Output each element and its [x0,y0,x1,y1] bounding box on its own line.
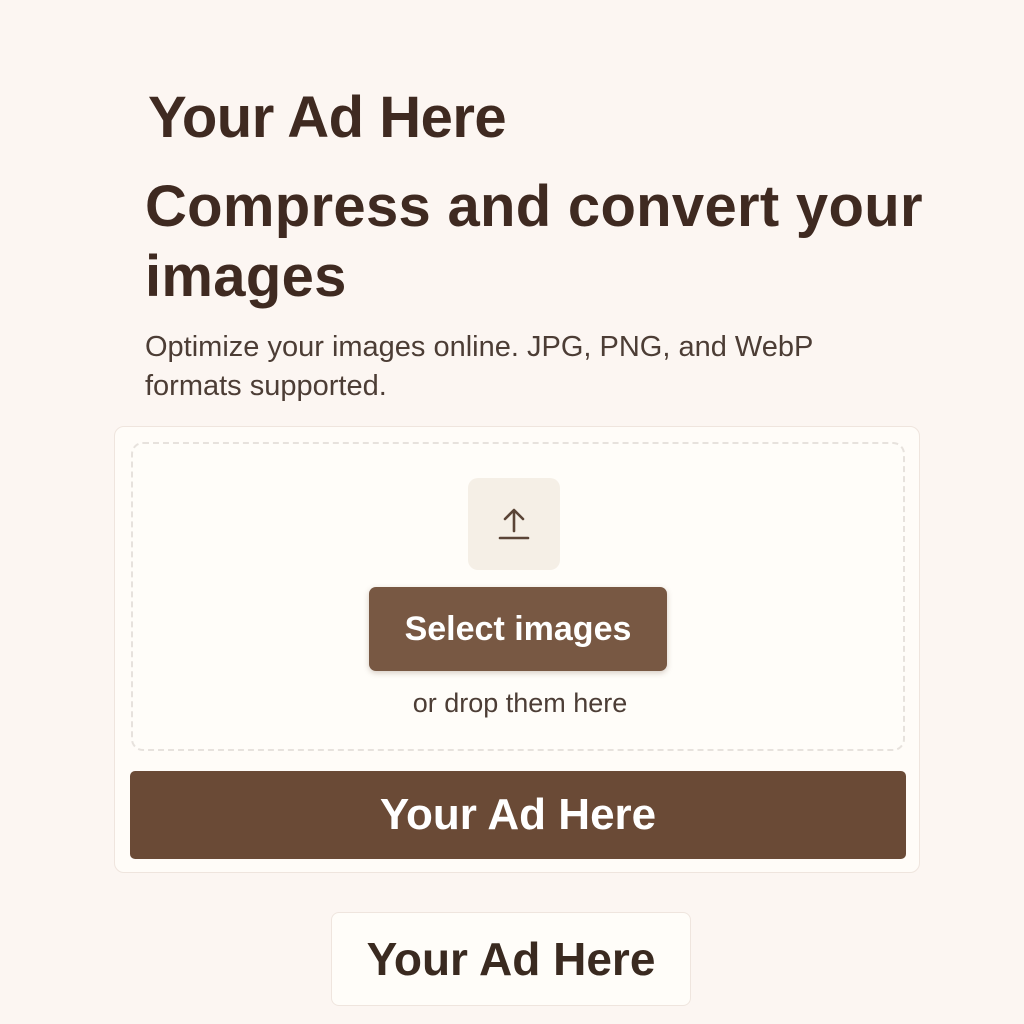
card-ad-banner[interactable]: Your Ad Here [130,771,906,859]
upload-icon [498,508,530,540]
page-subtitle: Optimize your images online. JPG, PNG, a… [145,331,813,402]
bottom-ad-slot[interactable]: Your Ad Here [331,912,691,1006]
drop-zone[interactable]: Select images or drop them here [131,442,905,751]
drop-hint: or drop them here [412,688,628,718]
upload-card: Select images or drop them here Your Ad … [114,426,920,873]
top-ad-slot[interactable]: Your Ad Here [148,80,507,156]
page-title: Compress and convert your images [145,174,923,309]
upload-icon-tile [468,478,560,570]
select-images-button[interactable]: Select images [369,587,667,671]
